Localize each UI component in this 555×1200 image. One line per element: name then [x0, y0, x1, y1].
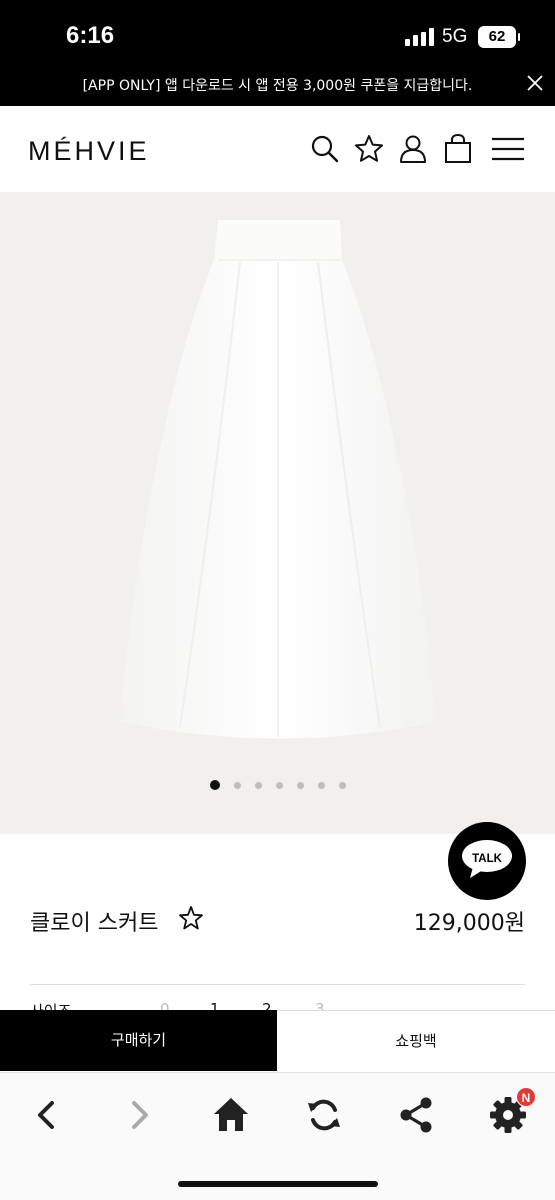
- brand-logo[interactable]: MÉHVIE: [28, 136, 150, 167]
- refresh-icon[interactable]: [302, 1093, 346, 1137]
- menu-icon[interactable]: [490, 132, 526, 166]
- site-header: MÉHVIE: [0, 106, 555, 192]
- pagination-dot[interactable]: [296, 782, 304, 789]
- bag-icon[interactable]: [441, 132, 475, 166]
- back-icon[interactable]: [25, 1093, 69, 1137]
- browser-toolbar: N: [0, 1072, 555, 1200]
- status-bar: 6:16 5G 62: [0, 0, 555, 62]
- star-icon[interactable]: [352, 132, 386, 166]
- search-icon[interactable]: [308, 132, 342, 166]
- pagination-dot[interactable]: [209, 780, 220, 790]
- talk-button[interactable]: TALK: [448, 822, 526, 900]
- pagination-dot[interactable]: [275, 782, 283, 789]
- pagination-dot[interactable]: [254, 782, 262, 789]
- shopping-bag-button[interactable]: 쇼핑백: [277, 1010, 555, 1071]
- status-time: 6:16: [66, 22, 115, 49]
- notification-badge: N: [516, 1087, 536, 1107]
- network-label: 5G: [442, 26, 468, 47]
- buy-button[interactable]: 구매하기: [0, 1010, 277, 1071]
- product-price: 129,000원: [413, 911, 525, 936]
- promo-banner: [APP ONLY] 앱 다운로드 시 앱 전용 3,000원 쿠폰을 지급합니…: [0, 62, 555, 106]
- close-icon[interactable]: [524, 72, 546, 94]
- pagination-dot[interactable]: [317, 782, 325, 789]
- product-gallery[interactable]: [0, 192, 555, 834]
- battery-icon: 62: [478, 26, 520, 48]
- home-indicator: [178, 1181, 378, 1187]
- pagination-dot[interactable]: [338, 782, 346, 789]
- product-name: 클로이 스커트: [30, 911, 159, 936]
- forward-icon[interactable]: [117, 1093, 161, 1137]
- home-icon[interactable]: [209, 1093, 253, 1137]
- promo-text: [APP ONLY] 앱 다운로드 시 앱 전용 3,000원 쿠폰을 지급합니…: [82, 78, 473, 94]
- product-image: [120, 220, 436, 739]
- gallery-pagination: [0, 780, 555, 790]
- signal-icon: [405, 28, 435, 46]
- wishlist-star-icon[interactable]: [178, 905, 204, 931]
- pagination-dot[interactable]: [233, 782, 241, 789]
- user-icon[interactable]: [396, 132, 430, 166]
- divider: [30, 984, 525, 985]
- talk-label: TALK: [472, 853, 502, 865]
- share-icon[interactable]: [394, 1093, 438, 1137]
